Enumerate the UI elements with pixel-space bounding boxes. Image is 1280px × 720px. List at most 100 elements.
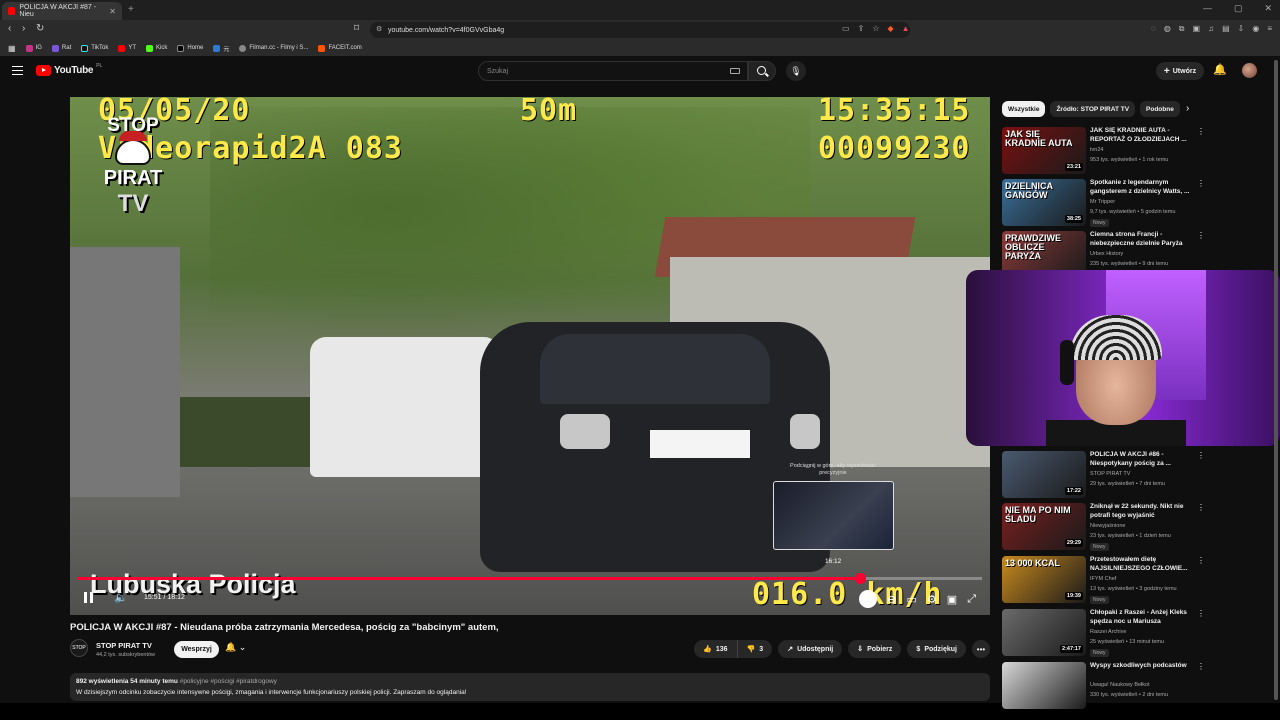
fullscreen-icon[interactable]: ⤢ [967, 593, 976, 606]
miniplayer-icon[interactable]: ▣ [947, 593, 957, 606]
recommendation-item[interactable]: 2:47:17 Chłopaki z Raszei - Anżej Kleks s… [1002, 609, 1272, 659]
video-player[interactable]: 05/05/20 50m 15:35:15 Videorapid2A 083 0… [70, 97, 990, 615]
bookmark-ig[interactable]: IG [25, 44, 42, 52]
puzzle-icon[interactable]: ⧉ [1179, 24, 1185, 34]
chevron-right-icon[interactable]: › [1186, 103, 1189, 114]
bookmark-yuan[interactable]: 元 [213, 44, 229, 53]
apps-icon[interactable]: ▦ [8, 44, 16, 53]
recommendation-item[interactable]: 13 000 KCAL 19:39 Przetestowałem dietę NAJ… [1002, 556, 1272, 606]
recommendation-thumbnail[interactable] [1002, 662, 1086, 709]
reload-icon[interactable]: ↻ [36, 23, 44, 34]
more-options-icon[interactable]: ⋮ [1197, 127, 1205, 136]
bookmark-rat[interactable]: Rat [51, 44, 71, 52]
recommendation-meta: 235 tys. wyświetleń • 9 dni temu [1090, 261, 1169, 267]
more-actions-icon[interactable]: ••• [972, 640, 990, 658]
chip-source[interactable]: Źródło: STOP PIRAT TV [1050, 101, 1136, 117]
subscription-bell-icon[interactable]: 🔔 ⌄ [225, 642, 246, 653]
chip-similar[interactable]: Podobne [1140, 101, 1180, 117]
search-button[interactable] [748, 61, 776, 81]
more-options-icon[interactable]: ⋮ [1197, 556, 1205, 565]
recommendation-item[interactable]: NIE MA PO NIM ŚLADU 29:29 Zniknął w 22 sek… [1002, 503, 1272, 553]
dislike-button[interactable]: 👎 3 [737, 640, 773, 658]
minimize-icon[interactable]: — [1203, 3, 1212, 14]
description-box[interactable]: 892 wyświetlenia 54 minuty temu #policyj… [70, 673, 990, 701]
recommendation-thumbnail[interactable]: DZIELNICA GANGÓW 38:25 [1002, 179, 1086, 226]
bookmark-kick[interactable]: Kick [146, 44, 167, 52]
alert-icon[interactable]: ▲ [902, 24, 910, 33]
bookmark-yt[interactable]: YT [118, 44, 136, 52]
download-icon[interactable]: ⇩ [1238, 24, 1245, 34]
recommendation-item[interactable]: DZIELNICA GANGÓW 38:25 Spotkanie z legenda… [1002, 179, 1272, 229]
browser-tab[interactable]: POLICJA W AKCJI #87 - Nieu ✕ [2, 2, 122, 20]
pause-icon[interactable] [84, 587, 96, 607]
wallet-icon[interactable]: ▣ [1193, 24, 1201, 34]
scrubber-handle[interactable] [854, 573, 866, 584]
settings-gear-icon[interactable]: ⚙ [927, 593, 937, 606]
like-button[interactable]: 👍 136 [694, 640, 738, 658]
share-button[interactable]: ↗ Udostępnij [778, 640, 843, 658]
recommendation-item[interactable]: 17:22 POLICJA W AKCJI #86 - Niespotykany … [1002, 451, 1272, 501]
download-button[interactable]: ⇩ Pobierz [848, 640, 902, 658]
recommendation-thumbnail[interactable]: NIE MA PO NIM ŚLADU 29:29 [1002, 503, 1086, 550]
cast-icon[interactable]: ▭ [842, 24, 850, 33]
hamburger-menu-icon[interactable] [12, 66, 23, 75]
back-icon[interactable]: ‹ [8, 23, 11, 34]
page-scrollbar[interactable] [1274, 60, 1278, 700]
forward-icon[interactable]: › [22, 23, 25, 34]
extension-icon[interactable]: ◌ [1151, 24, 1156, 34]
address-bar[interactable]: ⚙ youtube.com/watch?v=4f0GVvGba4g [370, 22, 910, 38]
recommendation-thumbnail[interactable]: 17:22 [1002, 451, 1086, 498]
close-tab-icon[interactable]: ✕ [109, 7, 116, 16]
volume-icon[interactable]: 🔈 [114, 587, 128, 607]
more-options-icon[interactable]: ⋮ [1197, 503, 1205, 512]
thanks-button[interactable]: $ Podziękuj [907, 640, 966, 658]
microphone-icon[interactable]: 🎙 [786, 61, 806, 81]
recommendation-channel: Niewyjaśnione [1090, 523, 1126, 529]
avatar[interactable] [1242, 63, 1257, 78]
notifications-bell-icon[interactable]: 🔔 [1213, 63, 1227, 76]
bookmark-faceit[interactable]: FACEIT.com [318, 44, 362, 52]
close-window-icon[interactable]: ✕ [1264, 3, 1272, 14]
bookmark-tiktok[interactable]: TikTok [81, 44, 108, 52]
channel-name[interactable]: STOP PIRAT TV [96, 641, 152, 650]
support-button[interactable]: Wesprzyj [174, 641, 219, 658]
more-options-icon[interactable]: ⋮ [1197, 609, 1205, 618]
more-options-icon[interactable]: ⋮ [1197, 451, 1205, 460]
shield-icon[interactable]: ◆ [887, 24, 893, 33]
bookmark-home[interactable]: Home [177, 44, 203, 52]
autoplay-toggle-icon[interactable]: ⊖ [887, 593, 896, 606]
more-options-icon[interactable]: ⋮ [1197, 231, 1205, 240]
new-tab-button[interactable]: + [128, 4, 134, 15]
subtitles-icon[interactable]: ▭ [907, 593, 917, 606]
recommendation-item[interactable]: JAK SIĘ KRADNIE AUTA 23:21 JAK SIĘ KRADNIE… [1002, 127, 1272, 177]
profile-icon[interactable]: ◉ [1252, 24, 1259, 34]
recommendation-item[interactable]: Wyspy szkodliwych podcastów Uwaga! Naukow… [1002, 662, 1272, 712]
more-options-icon[interactable]: ⋮ [1197, 179, 1205, 188]
music-icon[interactable]: ♫ [1208, 24, 1214, 34]
bookmark-filman[interactable]: Filman.cc - Filmy i S... [239, 44, 308, 52]
recommendation-thumbnail[interactable]: JAK SIĘ KRADNIE AUTA 23:21 [1002, 127, 1086, 174]
share-icon[interactable]: ⇪ [858, 24, 865, 33]
search-input[interactable]: Szukaj [478, 61, 748, 81]
keyboard-icon[interactable] [730, 68, 740, 74]
maximize-icon[interactable]: ▢ [1234, 3, 1243, 14]
channel-avatar[interactable]: STOP [70, 639, 88, 657]
more-options-icon[interactable]: ⋮ [1197, 662, 1205, 671]
bookmark-icon[interactable]: ⌑ [354, 23, 359, 34]
thumbs-up-icon: 👍 [703, 646, 712, 653]
menu-icon[interactable]: ≡ [1267, 24, 1272, 34]
recommendation-thumbnail[interactable]: 13 000 KCAL 19:39 [1002, 556, 1086, 603]
site-info-icon[interactable]: ⚙ [376, 25, 382, 33]
recommendation-channel: Urbex History [1090, 251, 1124, 257]
recommendation-thumbnail[interactable]: 2:47:17 [1002, 609, 1086, 656]
progress-bar[interactable] [78, 573, 982, 584]
star-icon[interactable]: ☆ [872, 24, 879, 33]
hashtags[interactable]: #policyjne #pościgi #piratdrogowy [180, 678, 277, 685]
youtube-logo[interactable]: YouTube PL [36, 63, 102, 76]
chip-all[interactable]: Wszystkie [1002, 101, 1046, 117]
sidebar-icon[interactable]: ▤ [1222, 24, 1230, 34]
extension-icon[interactable]: ◍ [1164, 24, 1171, 34]
scrollbar-thumb[interactable] [1274, 60, 1278, 700]
autoplay-icon[interactable]: ▶ [859, 590, 878, 608]
create-button[interactable]: + Utwórz [1156, 62, 1204, 80]
